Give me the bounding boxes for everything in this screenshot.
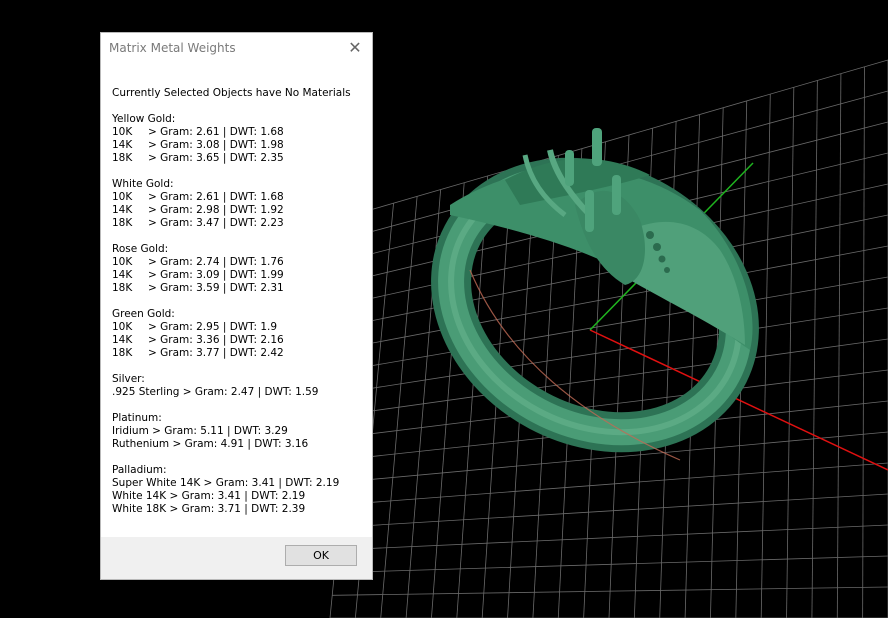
weight-row: 14K > Gram: 3.08 | DWT: 1.98 <box>112 139 367 152</box>
weight-value: Ruthenium > Gram: 4.91 | DWT: 3.16 <box>112 438 309 450</box>
ok-button[interactable]: OK <box>285 545 357 566</box>
weight-value: Iridium > Gram: 5.11 | DWT: 3.29 <box>112 425 288 437</box>
weight-value: > Gram: 2.61 | DWT: 1.68 <box>148 126 284 138</box>
grid-line <box>760 94 771 618</box>
weight-value: White 18K > Gram: 3.71 | DWT: 2.39 <box>112 503 306 515</box>
weight-value: White 14K > Gram: 3.41 | DWT: 2.19 <box>112 490 306 502</box>
karat-label: 10K <box>112 126 133 138</box>
weight-value: .925 Sterling > Gram: 2.47 | DWT: 1.59 <box>112 386 319 398</box>
metal-group: White Gold: 10K > Gram: 2.61 | DWT: 1.68 14… <box>112 178 367 230</box>
grid-line <box>380 196 418 618</box>
weight-value: > Gram: 2.74 | DWT: 1.76 <box>148 256 284 268</box>
weight-value: > Gram: 3.47 | DWT: 2.23 <box>148 217 284 229</box>
metal-group: Rose Gold: 10K > Gram: 2.74 | DWT: 1.76 14K… <box>112 243 367 295</box>
weight-row: 18K > Gram: 3.59 | DWT: 2.31 <box>112 282 367 295</box>
karat-label: 10K <box>112 256 133 268</box>
close-icon[interactable]: ✕ <box>344 38 366 58</box>
weight-row: Super White 14K > Gram: 3.41 | DWT: 2.19 <box>112 477 367 490</box>
weight-row: 10K > Gram: 2.95 | DWT: 1.9 <box>112 321 367 334</box>
materials-status-text: Currently Selected Objects have No Mater… <box>112 87 351 99</box>
metal-group-title: Platinum: <box>112 412 162 424</box>
weight-row: 14K > Gram: 2.98 | DWT: 1.92 <box>112 204 367 217</box>
weight-value: > Gram: 2.95 | DWT: 1.9 <box>148 321 278 333</box>
weight-row: 18K > Gram: 3.77 | DWT: 2.42 <box>112 347 367 360</box>
karat-label: 14K <box>112 204 133 216</box>
metal-group-title: Rose Gold: <box>112 243 169 255</box>
karat-label: 10K <box>112 191 133 203</box>
metal-group-title: Green Gold: <box>112 308 175 320</box>
dialog-title: Matrix Metal Weights <box>109 41 236 55</box>
metal-group-title: Palladium: <box>112 464 167 476</box>
karat-label: 14K <box>112 334 133 346</box>
metal-group: Yellow Gold: 10K > Gram: 2.61 | DWT: 1.68 1… <box>112 113 367 165</box>
weight-value: > Gram: 2.98 | DWT: 1.92 <box>148 204 284 216</box>
weight-value: > Gram: 2.61 | DWT: 1.68 <box>148 191 284 203</box>
dialog-footer: OK <box>101 537 372 579</box>
weights-content: Currently Selected Objects have No Mater… <box>112 87 367 529</box>
karat-label: 18K <box>112 347 133 359</box>
weight-row: 18K > Gram: 3.65 | DWT: 2.35 <box>112 152 367 165</box>
grid-line <box>684 114 701 618</box>
weight-value: > Gram: 3.77 | DWT: 2.42 <box>148 347 284 359</box>
karat-label: 10K <box>112 321 133 333</box>
metal-group-title: Silver: <box>112 373 145 385</box>
karat-label: 18K <box>112 217 133 229</box>
weight-row: White 18K > Gram: 3.71 | DWT: 2.39 <box>112 503 367 516</box>
dialog-titlebar[interactable]: Matrix Metal Weights ✕ <box>101 33 372 63</box>
weight-value: Super White 14K > Gram: 3.41 | DWT: 2.19 <box>112 477 340 489</box>
weight-value: > Gram: 3.36 | DWT: 2.16 <box>148 334 284 346</box>
weight-value: > Gram: 3.09 | DWT: 1.99 <box>148 269 284 281</box>
metal-groups: Yellow Gold: 10K > Gram: 2.61 | DWT: 1.68 1… <box>112 113 367 516</box>
ring-model[interactable] <box>406 128 784 481</box>
metal-group-title: White Gold: <box>112 178 174 190</box>
weight-value: > Gram: 3.08 | DWT: 1.98 <box>148 139 284 151</box>
weight-value: > Gram: 3.65 | DWT: 2.35 <box>148 152 284 164</box>
karat-label: 18K <box>112 282 133 294</box>
weight-row: Iridium > Gram: 5.11 | DWT: 3.29 <box>112 425 367 438</box>
weight-row: White 14K > Gram: 3.41 | DWT: 2.19 <box>112 490 367 503</box>
karat-label: 18K <box>112 152 133 164</box>
weight-row: 18K > Gram: 3.47 | DWT: 2.23 <box>112 217 367 230</box>
weight-row: 10K > Gram: 2.74 | DWT: 1.76 <box>112 256 367 269</box>
metal-weights-dialog: Matrix Metal Weights ✕ Currently Selecte… <box>100 32 373 580</box>
weight-row: Ruthenium > Gram: 4.91 | DWT: 3.16 <box>112 438 367 451</box>
weight-row: 10K > Gram: 2.61 | DWT: 1.68 <box>112 191 367 204</box>
weight-row: 14K > Gram: 3.36 | DWT: 2.16 <box>112 334 367 347</box>
karat-label: 14K <box>112 139 133 151</box>
metal-group: Green Gold: 10K > Gram: 2.95 | DWT: 1.9 14K… <box>112 308 367 360</box>
karat-label: 14K <box>112 269 133 281</box>
metal-group: Silver: .925 Sterling > Gram: 2.47 | DWT:… <box>112 373 367 399</box>
metal-group: Platinum: Iridium > Gram: 5.11 | DWT: 3.2… <box>112 412 367 451</box>
metal-group: Palladium: Super White 14K > Gram: 3.41 |… <box>112 464 367 516</box>
weight-value: > Gram: 3.59 | DWT: 2.31 <box>148 282 284 294</box>
weight-row: 10K > Gram: 2.61 | DWT: 1.68 <box>112 126 367 139</box>
metal-group-title: Yellow Gold: <box>112 113 176 125</box>
weight-row: .925 Sterling > Gram: 2.47 | DWT: 1.59 <box>112 386 367 399</box>
weight-row: 14K > Gram: 3.09 | DWT: 1.99 <box>112 269 367 282</box>
